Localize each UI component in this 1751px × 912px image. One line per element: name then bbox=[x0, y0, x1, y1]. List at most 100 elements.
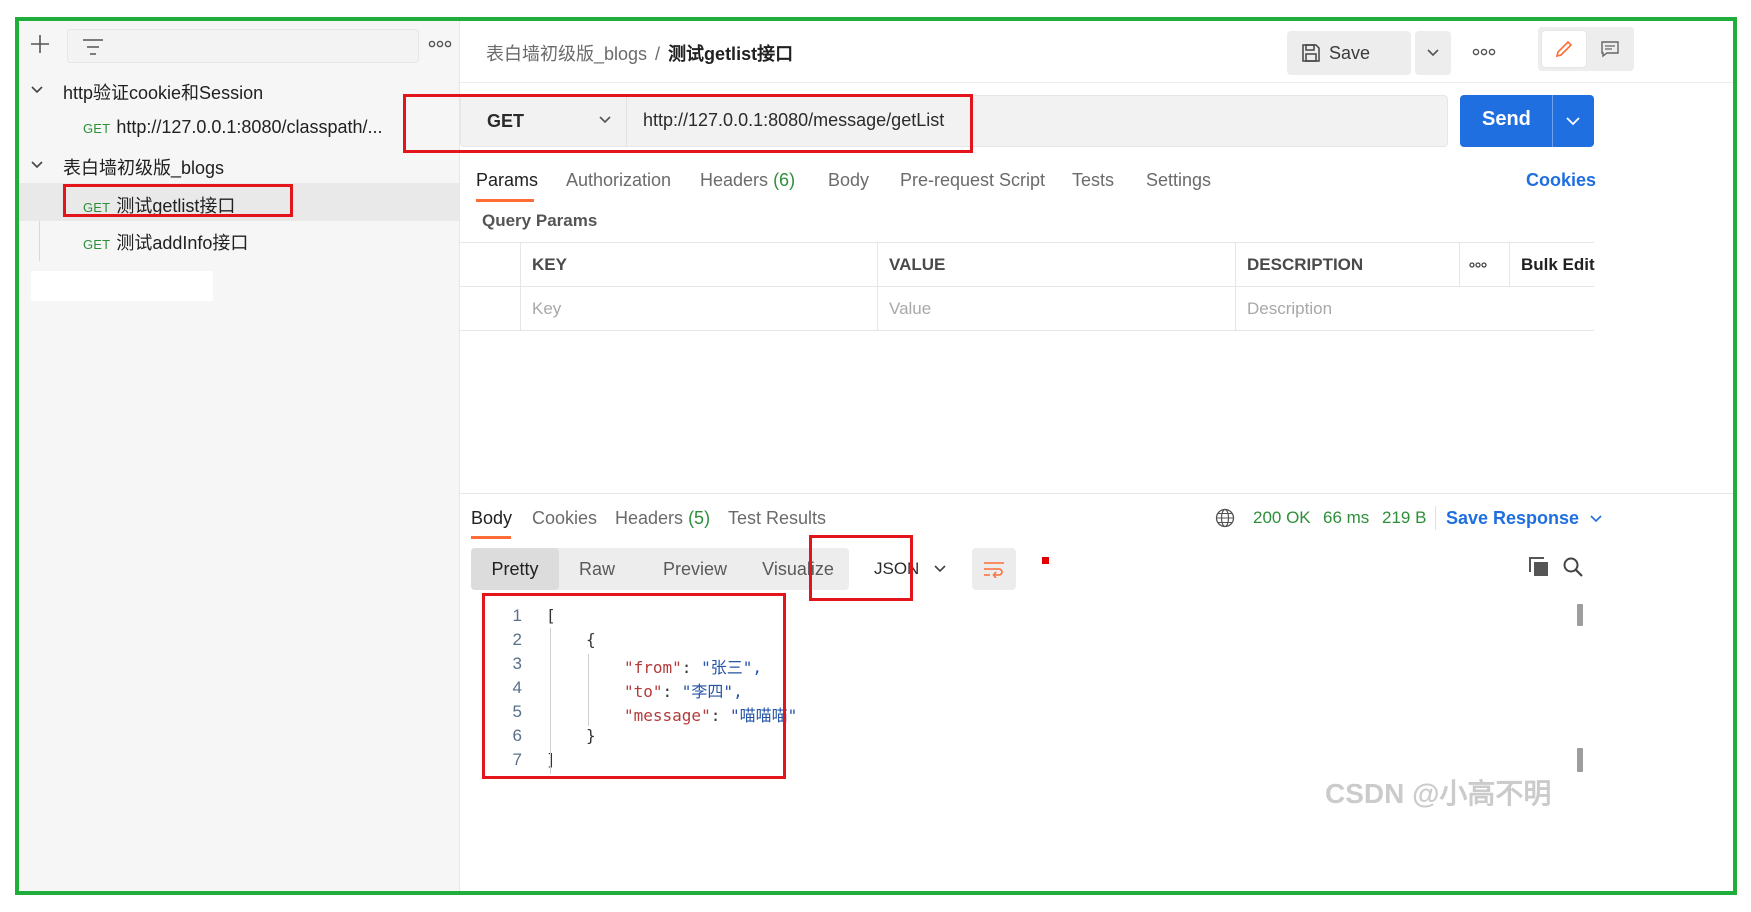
breadcrumb: 表白墙初级版_blogs / 测试getlist接口 bbox=[486, 40, 793, 66]
save-button[interactable]: Save bbox=[1287, 31, 1411, 75]
save-response-button[interactable]: Save Response bbox=[1446, 508, 1603, 529]
view-toggle bbox=[1538, 27, 1634, 71]
tab-pre-request-script[interactable]: Pre-request Script bbox=[900, 170, 1045, 191]
status-code[interactable]: 200 OK bbox=[1253, 508, 1311, 528]
code-line: 5 "message": "喵喵喵" bbox=[460, 702, 1580, 726]
request-item-selected[interactable]: GET 测试getlist接口 bbox=[83, 192, 235, 218]
code-line: 2 { bbox=[460, 630, 1580, 654]
request-tabs: Params Authorization Headers (6) Body Pr… bbox=[460, 165, 1733, 205]
send-label: Send bbox=[1482, 108, 1531, 130]
pencil-icon bbox=[1555, 40, 1573, 58]
method-value: GET bbox=[487, 110, 525, 131]
response-size[interactable]: 219 B bbox=[1382, 508, 1426, 528]
breadcrumb-separator: / bbox=[655, 44, 661, 64]
table-more-button[interactable] bbox=[1459, 243, 1509, 287]
bulk-edit-button[interactable]: Bulk Edit bbox=[1509, 243, 1595, 287]
tab-authorization[interactable]: Authorization bbox=[566, 170, 671, 191]
column-header-description: DESCRIPTION bbox=[1235, 243, 1459, 287]
tab-tests[interactable]: Tests bbox=[1072, 170, 1114, 191]
send-button[interactable]: Send bbox=[1460, 95, 1594, 147]
params-table: KEY VALUE DESCRIPTION Bulk Edit Key Valu… bbox=[460, 242, 1595, 331]
response-body-editor[interactable]: 1 [ 2 { 3 "from": "张三", 4 "to": "李四", 5 bbox=[460, 598, 1583, 778]
url-input[interactable]: http://127.0.0.1:8080/message/getList bbox=[643, 110, 944, 131]
send-divider bbox=[1552, 95, 1553, 147]
tab-test-results[interactable]: Test Results bbox=[728, 508, 826, 529]
wrap-lines-button[interactable] bbox=[972, 548, 1016, 590]
comments-button[interactable] bbox=[1590, 31, 1630, 67]
method-select[interactable]: GET bbox=[461, 96, 627, 146]
breadcrumb-current[interactable]: 测试getlist接口 bbox=[668, 44, 793, 64]
more-icon bbox=[1469, 262, 1487, 268]
folder-row[interactable]: http验证cookie和Session bbox=[19, 70, 460, 110]
tab-response-headers-label: Headers bbox=[615, 508, 684, 528]
filter-input[interactable] bbox=[67, 29, 419, 63]
request-label: http://127.0.0.1:8080/classpath/... bbox=[116, 117, 383, 137]
search-icon[interactable] bbox=[1562, 556, 1584, 578]
main-panel: 表白墙初级版_blogs / 测试getlist接口 Save GET http… bbox=[460, 21, 1733, 891]
request-item[interactable]: GET http://127.0.0.1:8080/classpath/... bbox=[83, 117, 383, 138]
line-number: 2 bbox=[512, 630, 522, 649]
sidebar-toolbar bbox=[19, 21, 460, 69]
scrollbar-thumb[interactable] bbox=[1577, 604, 1583, 626]
value-input[interactable]: Value bbox=[877, 287, 1235, 331]
tab-headers[interactable]: Headers (6) bbox=[700, 170, 795, 191]
tab-settings[interactable]: Settings bbox=[1146, 170, 1211, 191]
request-label: 测试addInfo接口 bbox=[116, 233, 249, 253]
url-bar: GET http://127.0.0.1:8080/message/getLis… bbox=[460, 95, 1448, 147]
description-input[interactable]: Description bbox=[1235, 287, 1595, 331]
response-time[interactable]: 66 ms bbox=[1323, 508, 1369, 528]
format-preview[interactable]: Preview bbox=[643, 548, 747, 590]
tab-response-headers-count: (5) bbox=[688, 508, 711, 528]
line-number: 7 bbox=[512, 750, 522, 769]
sidebar: http验证cookie和Session GET http://127.0.0.… bbox=[19, 21, 460, 891]
breadcrumb-parent[interactable]: 表白墙初级版_blogs bbox=[486, 44, 647, 64]
format-pretty[interactable]: Pretty bbox=[471, 548, 559, 590]
save-response-label: Save Response bbox=[1446, 508, 1580, 528]
json-value: "喵喵喵" bbox=[729, 706, 798, 725]
line-number: 5 bbox=[512, 702, 522, 721]
table-row: Key Value Description bbox=[460, 287, 1594, 331]
filter-icon bbox=[83, 39, 103, 55]
language-select[interactable]: JSON bbox=[866, 548, 958, 590]
folder-row[interactable]: 表白墙初级版_blogs bbox=[19, 145, 460, 185]
tab-response-cookies[interactable]: Cookies bbox=[532, 508, 597, 529]
folder-label: http验证cookie和Session bbox=[63, 83, 264, 103]
edit-view-button[interactable] bbox=[1542, 31, 1586, 67]
response-tabs: Body Cookies Headers (5) Test Results 20… bbox=[460, 494, 1733, 542]
tab-response-body[interactable]: Body bbox=[471, 508, 512, 529]
column-header-key: KEY bbox=[520, 243, 877, 287]
chevron-down-icon bbox=[934, 565, 946, 573]
format-visualize[interactable]: Visualize bbox=[747, 548, 849, 590]
tab-params[interactable]: Params bbox=[476, 170, 538, 191]
format-tabs: Pretty Raw Preview Visualize bbox=[471, 548, 849, 590]
method-badge: GET bbox=[83, 200, 111, 215]
key-input[interactable]: Key bbox=[520, 287, 877, 331]
more-icon[interactable] bbox=[427, 35, 453, 53]
tab-body[interactable]: Body bbox=[828, 170, 869, 191]
chevron-down-icon bbox=[1590, 514, 1602, 522]
globe-icon[interactable] bbox=[1215, 508, 1235, 528]
code-line: 6 } bbox=[460, 726, 1580, 750]
copy-icon[interactable] bbox=[1528, 556, 1550, 578]
app-frame: http验证cookie和Session GET http://127.0.0.… bbox=[15, 17, 1737, 895]
save-options-button[interactable] bbox=[1415, 31, 1451, 75]
json-key: "from" bbox=[624, 658, 682, 677]
column-header-value: VALUE bbox=[877, 243, 1235, 287]
add-icon[interactable] bbox=[27, 31, 53, 57]
save-icon bbox=[1302, 44, 1320, 62]
watermark: CSDN @小高不明 bbox=[1325, 778, 1552, 809]
scrollbar-thumb[interactable] bbox=[1577, 748, 1583, 772]
active-tab-underline bbox=[471, 536, 511, 539]
cookies-link[interactable]: Cookies bbox=[1526, 170, 1596, 191]
tab-response-headers[interactable]: Headers (5) bbox=[615, 508, 710, 529]
indent-guide bbox=[550, 628, 551, 774]
chevron-down-icon bbox=[1427, 49, 1439, 57]
code-text: } bbox=[586, 726, 596, 745]
format-raw[interactable]: Raw bbox=[559, 548, 635, 590]
code-line: 1 [ bbox=[460, 606, 1580, 630]
save-label: Save bbox=[1329, 42, 1371, 63]
comment-icon bbox=[1601, 41, 1619, 58]
more-actions-button[interactable] bbox=[1464, 39, 1504, 65]
request-item[interactable]: GET 测试addInfo接口 bbox=[83, 229, 248, 255]
chevron-down-icon[interactable] bbox=[1565, 116, 1581, 126]
